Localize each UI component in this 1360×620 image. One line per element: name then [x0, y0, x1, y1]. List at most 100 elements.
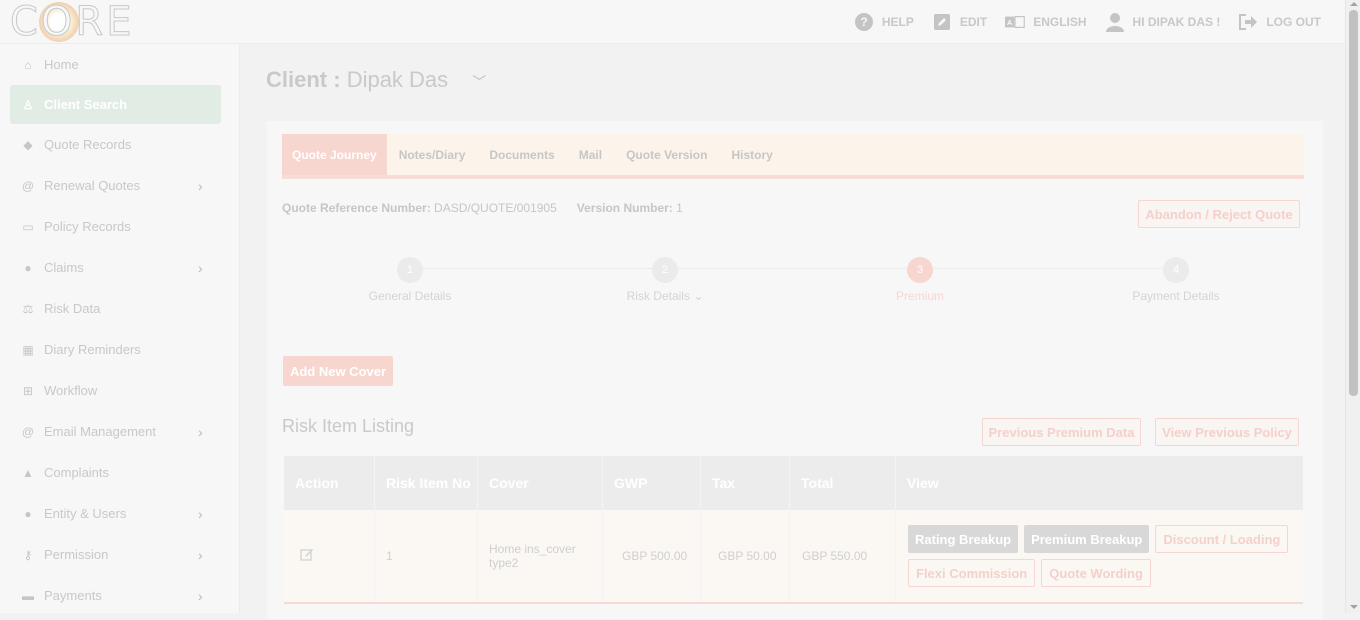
step-premium[interactable]: 3 Premium — [840, 257, 1000, 303]
sidebar: ⌂ Home ♙ Client Search ◆ Quote Records @… — [0, 44, 240, 613]
scroll-thumb[interactable] — [1349, 10, 1358, 396]
edit-row-cell — [284, 510, 375, 602]
sidebar-item-email-management[interactable]: @ Email Management › — [0, 411, 239, 452]
version-value: 1 — [676, 201, 683, 215]
user-menu[interactable]: HI DIPAK DAS ! — [1105, 12, 1221, 32]
step-label: Premium — [895, 289, 944, 303]
top-menu: ? HELP EDIT A ENGLISH HI DIPAK DAS ! LOG… — [854, 0, 1321, 44]
add-new-cover-button[interactable]: Add New Cover — [283, 356, 393, 386]
step-general-details[interactable]: 1 General Details — [330, 257, 490, 303]
sidebar-item-workflow[interactable]: ⊞ Workflow — [0, 370, 239, 411]
view-previous-policy-button[interactable]: View Previous Policy — [1155, 418, 1299, 446]
step-label: Payment Details — [1132, 289, 1220, 303]
step-label-text: Risk Details — [626, 289, 690, 303]
quote-reference: Quote Reference Number: DASD/QUOTE/00190… — [282, 201, 683, 215]
step-risk-details[interactable]: 2 Risk Details ⌄ — [585, 257, 745, 303]
table-header: Action Risk Item No Cover GWP Tax Total … — [284, 456, 1303, 510]
sidebar-item-label: Claims — [44, 260, 84, 275]
user-label: HI DIPAK DAS ! — [1132, 15, 1221, 29]
main-content: Client : Dipak Das ﹀ Quote Journey Notes… — [241, 45, 1345, 620]
abandon-quote-button[interactable]: Abandon / Reject Quote — [1138, 200, 1300, 228]
sidebar-item-diary-reminders[interactable]: ▦ Diary Reminders — [0, 329, 239, 370]
previous-premium-button[interactable]: Previous Premium Data — [982, 418, 1141, 446]
sidebar-item-payments[interactable]: ▬ Payments › — [0, 575, 239, 616]
sidebar-item-quote-records[interactable]: ◆ Quote Records — [0, 124, 239, 165]
step-number: 1 — [397, 257, 423, 283]
risk-listing-title: Risk Item Listing — [282, 416, 415, 436]
sidebar-item-label: Permission — [44, 547, 109, 562]
tag-icon: ◆ — [23, 137, 33, 152]
sidebar-item-permission[interactable]: ⚷ Permission › — [0, 534, 239, 575]
page-scrollbar[interactable] — [1345, 0, 1360, 613]
language-icon: A — [1005, 12, 1026, 32]
tab-history[interactable]: History — [719, 134, 784, 175]
svg-text:?: ? — [860, 15, 867, 29]
stepper-line — [410, 268, 1180, 269]
rating-breakup-button[interactable]: Rating Breakup — [908, 525, 1019, 553]
sidebar-item-renewal-quotes[interactable]: @ Renewal Quotes › — [0, 165, 239, 206]
version-label: Version Number: — [576, 201, 673, 215]
tab-quote-version[interactable]: Quote Version — [614, 134, 719, 175]
language-label: ENGLISH — [1033, 15, 1087, 29]
sidebar-item-risk-data[interactable]: ⚖ Risk Data — [0, 288, 239, 329]
chevron-right-icon[interactable]: › — [198, 547, 203, 563]
sidebar-item-label: Payments — [44, 588, 102, 603]
sidebar-item-complaints[interactable]: ▲ Complaints — [0, 452, 239, 493]
logout-link[interactable]: LOG OUT — [1238, 12, 1321, 32]
tab-documents[interactable]: Documents — [477, 134, 566, 175]
edit-icon[interactable] — [300, 548, 314, 565]
language-link[interactable]: A ENGLISH — [1005, 12, 1087, 32]
quote-card: Quote Journey Notes/Diary Documents Mail… — [266, 120, 1324, 620]
help-link[interactable]: ? HELP — [854, 12, 914, 32]
sidebar-item-home[interactable]: ⌂ Home — [0, 44, 239, 85]
scale-icon: ⚖ — [22, 301, 34, 316]
chevron-right-icon[interactable]: › — [198, 424, 203, 440]
logout-label: LOG OUT — [1266, 15, 1321, 29]
column-header: Cover — [478, 456, 603, 510]
premium-breakup-button[interactable]: Premium Breakup — [1024, 525, 1150, 553]
column-header: Risk Item No — [375, 456, 478, 510]
scroll-down-icon[interactable] — [1350, 605, 1358, 609]
step-label: Risk Details ⌄ — [585, 289, 745, 303]
tab-mail[interactable]: Mail — [567, 134, 614, 175]
core-logo[interactable]: CORE — [10, 2, 132, 43]
folder-icon: ▭ — [22, 219, 34, 234]
client-prefix: Client : — [266, 67, 341, 92]
edit-link[interactable]: EDIT — [932, 12, 987, 32]
person-icon: ● — [24, 260, 32, 275]
sidebar-item-label: Policy Records — [44, 219, 131, 234]
user-icon: ♙ — [22, 97, 34, 112]
at-icon: @ — [21, 424, 35, 439]
person-icon: ● — [24, 506, 32, 521]
discount-loading-button[interactable]: Discount / Loading — [1155, 525, 1289, 553]
table-row: 1 Home ins_cover type2 GBP 500.00 GBP 50… — [284, 510, 1303, 604]
flexi-commission-button[interactable]: Flexi Commission — [908, 559, 1036, 587]
help-icon: ? — [854, 12, 874, 32]
risk-item-table: Action Risk Item No Cover GWP Tax Total … — [284, 456, 1303, 604]
quote-stepper: 1 General Details 2 Risk Details ⌄ 3 Pre… — [282, 251, 1304, 321]
client-name: Dipak Das — [346, 67, 449, 92]
tab-notes-diary[interactable]: Notes/Diary — [387, 134, 478, 175]
sidebar-item-label: Workflow — [44, 383, 98, 398]
tab-quote-journey[interactable]: Quote Journey — [282, 134, 387, 175]
sidebar-item-label: Email Management — [44, 424, 156, 439]
scroll-up-icon[interactable] — [1350, 2, 1358, 6]
column-header: Total — [790, 456, 896, 510]
step-payment-details[interactable]: 4 Payment Details — [1096, 257, 1256, 303]
sidebar-item-label: Risk Data — [44, 301, 101, 316]
chevron-right-icon[interactable]: › — [198, 260, 203, 276]
chevron-right-icon[interactable]: › — [198, 588, 203, 604]
sidebar-item-policy-records[interactable]: ▭ Policy Records — [0, 206, 239, 247]
sidebar-item-entity-users[interactable]: ● Entity & Users › — [0, 493, 239, 534]
chevron-down-icon[interactable]: ﹀ — [472, 74, 486, 90]
edit-icon — [932, 12, 952, 32]
warning-icon: ▲ — [22, 465, 34, 480]
quote-wording-button[interactable]: Quote Wording — [1041, 559, 1151, 587]
tab-bar: Quote Journey Notes/Diary Documents Mail… — [282, 134, 1304, 179]
chevron-down-icon[interactable]: ⌄ — [693, 289, 703, 303]
sidebar-item-claims[interactable]: ● Claims › — [0, 247, 239, 288]
column-header: Tax — [701, 456, 790, 510]
chevron-right-icon[interactable]: › — [198, 178, 203, 194]
sidebar-item-client-search[interactable]: ♙ Client Search — [10, 85, 221, 124]
chevron-right-icon[interactable]: › — [198, 506, 203, 522]
